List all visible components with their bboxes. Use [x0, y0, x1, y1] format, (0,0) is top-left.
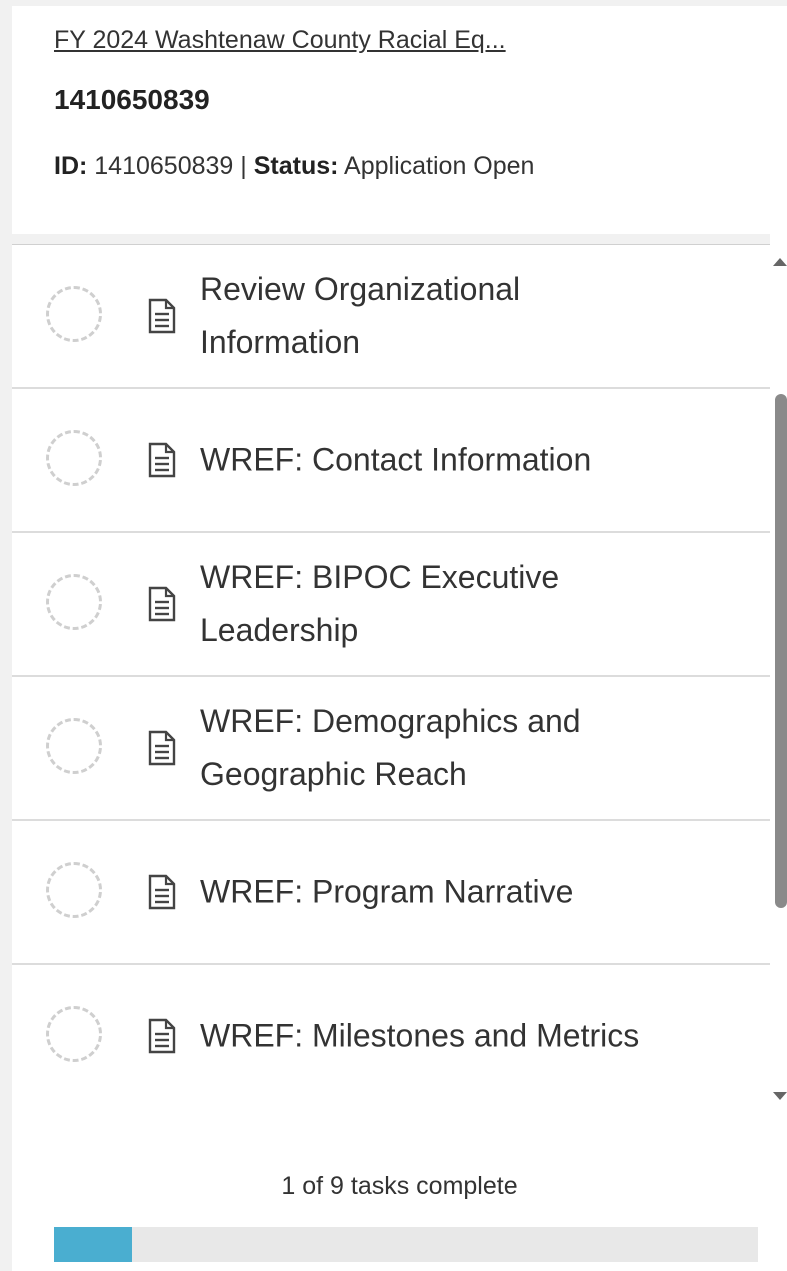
meta-separator: |	[240, 152, 247, 180]
incomplete-circle-icon	[46, 718, 102, 774]
status-label: Status:	[253, 152, 339, 180]
task-item[interactable]: WREF: BIPOC Executive Leadership	[12, 533, 770, 677]
record-meta: ID: 1410650839 | Status: Application Ope…	[54, 152, 534, 181]
progress-fill	[54, 1227, 133, 1262]
task-label: WREF: Contact Information	[200, 441, 592, 478]
document-icon	[148, 298, 176, 334]
task-list-scrollbar[interactable]	[770, 244, 787, 1106]
document-icon	[148, 874, 176, 910]
record-header: FY 2024 Washtenaw County Racial Eq... 14…	[12, 6, 787, 234]
scroll-up-arrow-icon[interactable]	[773, 258, 787, 266]
incomplete-circle-icon	[46, 430, 102, 486]
task-item[interactable]: WREF: Milestones and Metrics	[12, 965, 770, 1107]
id-label: ID:	[54, 152, 88, 180]
record-title: 1410650839	[54, 84, 210, 115]
status-value: Application Open	[344, 152, 535, 180]
incomplete-circle-icon	[46, 574, 102, 630]
header-divider	[12, 234, 770, 244]
task-label: WREF: Milestones and Metrics	[200, 1017, 640, 1054]
task-label: WREF: BIPOC Executive Leadership	[200, 559, 560, 648]
document-icon	[148, 586, 176, 622]
task-item[interactable]: WREF: Contact Information	[12, 389, 770, 533]
document-icon	[148, 730, 176, 766]
id-value: 1410650839	[94, 152, 234, 180]
application-link[interactable]: FY 2024 Washtenaw County Racial Eq...	[54, 26, 506, 55]
task-item[interactable]: WREF: Program Narrative	[12, 821, 770, 965]
incomplete-circle-icon	[46, 862, 102, 918]
task-item[interactable]: WREF: Demographics and Geographic Reach	[12, 677, 770, 821]
document-icon	[148, 442, 176, 478]
progress-bar	[54, 1227, 758, 1262]
task-list: Review Organizational Information WREF: …	[12, 244, 770, 1107]
progress-text: 1 of 9 tasks complete	[281, 1172, 518, 1200]
task-label: Review Organizational Information	[200, 271, 521, 360]
task-item[interactable]: Review Organizational Information	[12, 245, 770, 389]
task-label: WREF: Demographics and Geographic Reach	[200, 703, 581, 792]
task-panel: FY 2024 Washtenaw County Racial Eq... 14…	[12, 6, 787, 1271]
task-label: WREF: Program Narrative	[200, 873, 574, 910]
progress-footer: 1 of 9 tasks complete	[12, 1106, 787, 1271]
scrollbar-thumb[interactable]	[775, 394, 787, 908]
incomplete-circle-icon	[46, 286, 102, 342]
document-icon	[148, 1018, 176, 1054]
incomplete-circle-icon	[46, 1006, 102, 1062]
scroll-down-arrow-icon[interactable]	[773, 1092, 787, 1100]
